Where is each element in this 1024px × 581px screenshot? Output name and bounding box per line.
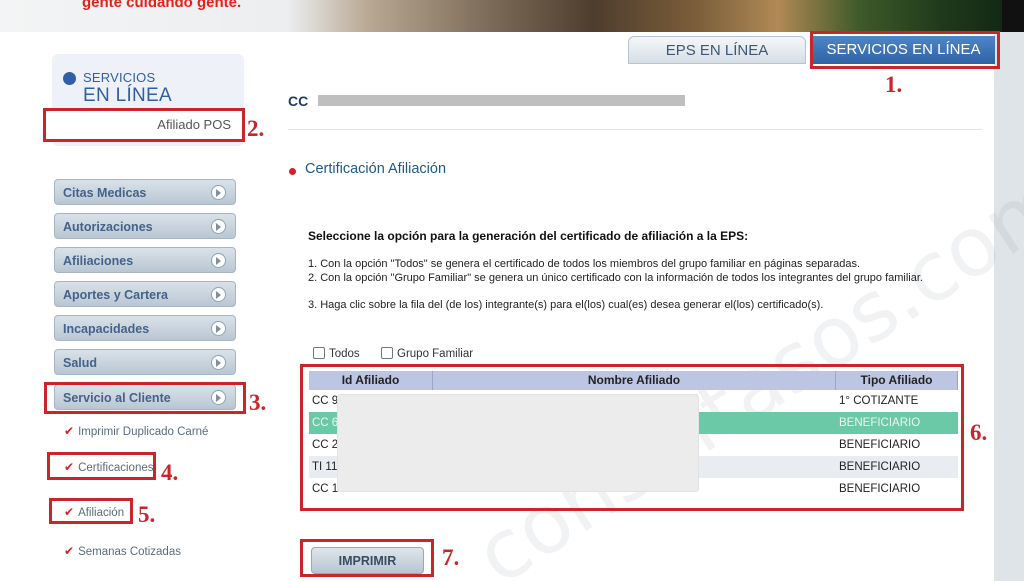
right-margin (994, 32, 1024, 581)
menu-item-label: Autorizaciones (63, 220, 153, 234)
menu-item-afiliaciones[interactable]: Afiliaciones (54, 247, 236, 273)
highlight-print (300, 539, 434, 577)
bullet-icon (289, 168, 296, 175)
menu-item-label: Citas Medicas (63, 186, 147, 200)
todos-label: Todos (329, 348, 360, 360)
tab-eps-en-linea[interactable]: EPS EN LÍNEA (628, 36, 806, 64)
menu-item-label: Incapacidades (63, 322, 150, 336)
callout-2: 2. (247, 116, 265, 141)
check-icon: ✔ (64, 544, 75, 558)
submenu-label: Imprimir Duplicado Carné (78, 426, 209, 438)
highlight-tab-services (810, 31, 1000, 69)
menu-item-citas-medicas[interactable]: Citas Medicas (54, 179, 236, 205)
services-logo-small: SERVICIOS (83, 70, 156, 85)
submenu-semanas-cotizadas[interactable]: ✔ Semanas Cotizadas (64, 544, 181, 558)
callout-1: 1. (885, 72, 903, 97)
instruction-3: 3. Haga clic sobre la fila del (de los) … (308, 299, 824, 311)
check-icon: ✔ (64, 424, 75, 438)
callout-5: 5. (138, 502, 156, 527)
divider (288, 129, 982, 130)
todos-checkbox[interactable] (313, 347, 325, 359)
instructions-heading: Seleccione la opción para la generación … (308, 229, 749, 243)
chevron-right-icon (211, 321, 226, 336)
banner-slogan: gente cuidando gente. (82, 0, 242, 11)
instruction-2: 2. Con la opción "Grupo Familiar" se gen… (308, 272, 923, 284)
chevron-right-icon (211, 355, 226, 370)
menu-item-salud[interactable]: Salud (54, 349, 236, 375)
banner-edge (1002, 0, 1024, 32)
services-logo-dot-icon (63, 72, 76, 85)
chevron-right-icon (211, 253, 226, 268)
highlight-user-type (43, 108, 245, 142)
submenu-label: Semanas Cotizadas (78, 546, 181, 558)
grupo-familiar-checkbox[interactable] (381, 347, 393, 359)
section-title: Certificación Afiliación (305, 161, 447, 177)
chevron-right-icon (211, 287, 226, 302)
callout-6: 6. (970, 420, 988, 445)
grupo-familiar-label: Grupo Familiar (397, 348, 474, 360)
chevron-right-icon (211, 185, 226, 200)
menu-item-aportes-cartera[interactable]: Aportes y Cartera (54, 281, 236, 307)
top-banner: gente cuidando gente. (0, 0, 1024, 32)
id-type-label: CC (288, 93, 309, 109)
chevron-right-icon (211, 219, 226, 234)
menu-item-label: Salud (63, 356, 98, 370)
callout-4: 4. (161, 460, 179, 485)
option-grupo-familiar[interactable]: Grupo Familiar (381, 347, 473, 360)
callout-7: 7. (442, 545, 460, 570)
submenu-duplicado-carne[interactable]: ✔ Imprimir Duplicado Carné (64, 424, 208, 438)
highlight-table (300, 364, 964, 511)
id-number-redacted (318, 95, 685, 106)
services-logo-big: EN LÍNEA (83, 85, 172, 106)
callout-3: 3. (249, 390, 267, 415)
menu-item-label: Aportes y Cartera (63, 288, 168, 302)
highlight-certificaciones (47, 452, 156, 480)
instruction-1: 1. Con la opción "Todos" se genera el ce… (308, 258, 861, 270)
menu-item-label: Afiliaciones (63, 254, 134, 268)
left-margin (0, 32, 32, 581)
highlight-servicio-cliente (44, 382, 246, 414)
menu-item-autorizaciones[interactable]: Autorizaciones (54, 213, 236, 239)
option-todos[interactable]: Todos (313, 347, 360, 360)
menu-item-incapacidades[interactable]: Incapacidades (54, 315, 236, 341)
highlight-afiliacion (49, 498, 133, 524)
